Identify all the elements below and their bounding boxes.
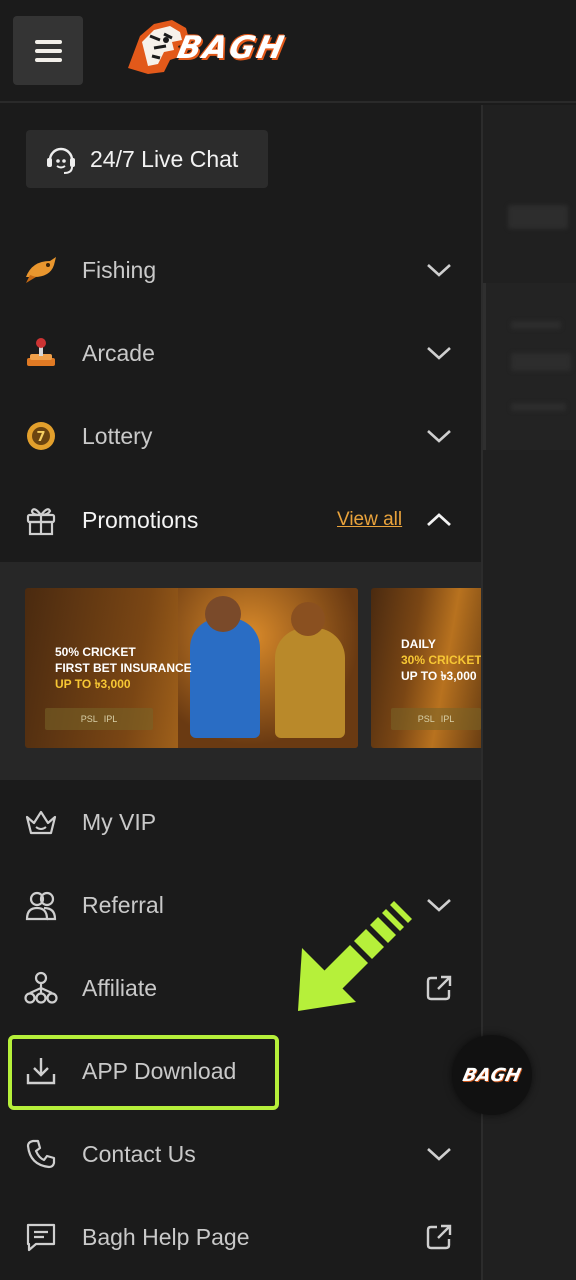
live-chat-label: 24/7 Live Chat <box>90 145 239 172</box>
chevron-down-icon[interactable] <box>426 260 452 280</box>
gift-icon <box>24 503 58 537</box>
menu-item-label: Contact Us <box>82 1140 196 1167</box>
player-figure <box>275 628 345 738</box>
banner-text: 50% CRICKET FIRST BET INSURANCE UP TO ৳3… <box>55 645 192 691</box>
hamburger-menu-button[interactable] <box>13 16 83 85</box>
league-logos: PSL IPL <box>391 708 481 730</box>
logo-text: BAGH <box>174 30 289 66</box>
live-chat-button[interactable]: 24/7 Live Chat <box>26 130 268 188</box>
lottery-icon: 7 <box>24 419 58 453</box>
phone-icon <box>24 1137 58 1171</box>
svg-text:7: 7 <box>36 430 45 445</box>
player-figure <box>190 618 260 738</box>
menu-line-icon <box>34 39 62 44</box>
player-head <box>291 602 325 636</box>
menu-line-icon <box>34 57 62 62</box>
blurred-text <box>511 353 571 371</box>
menu-item-label: Referral <box>82 891 164 918</box>
menu-item-label: Arcade <box>82 339 155 366</box>
menu-item-contact-us[interactable]: Contact Us <box>0 1113 481 1195</box>
promo-banner[interactable]: 50% CRICKET FIRST BET INSURANCE UP TO ৳3… <box>25 588 358 748</box>
menu-item-fishing[interactable]: Fishing <box>0 229 481 311</box>
menu-item-label: Promotions <box>82 506 199 533</box>
menu-item-label: Lottery <box>82 422 153 449</box>
top-header: BAGH <box>0 0 576 103</box>
chevron-down-icon[interactable] <box>426 1144 452 1164</box>
highlight-box-annotation <box>8 1035 279 1110</box>
floating-logo-button[interactable]: BAGH <box>452 1035 532 1115</box>
menu-item-arcade[interactable]: Arcade <box>0 312 481 394</box>
chevron-down-icon[interactable] <box>426 426 452 446</box>
menu-item-label: Affiliate <box>82 974 158 1001</box>
chevron-down-icon[interactable] <box>426 895 452 915</box>
view-all-link[interactable]: View all <box>337 509 402 531</box>
blurred-heading <box>508 205 568 229</box>
blurred-text <box>511 403 566 411</box>
users-icon <box>24 888 58 922</box>
bagh-logo[interactable]: BAGH <box>120 16 320 84</box>
menu-item-label: Bagh Help Page <box>82 1223 250 1250</box>
crown-icon <box>24 805 58 839</box>
banner-text: DAILY 30% CRICKET UP TO ৳3,000 <box>401 637 481 683</box>
blurred-text <box>511 321 561 329</box>
headset-icon <box>47 147 75 174</box>
player-head <box>205 596 241 632</box>
chevron-down-icon[interactable] <box>426 343 452 363</box>
menu-item-promotions[interactable]: Promotions View all <box>0 479 481 561</box>
side-drawer: 24/7 Live Chat Fishing Arcade 7 Lottery … <box>0 105 481 1280</box>
external-link-icon[interactable] <box>425 1223 453 1251</box>
promotions-carousel[interactable]: 50% CRICKET FIRST BET INSURANCE UP TO ৳3… <box>0 562 481 780</box>
chevron-up-icon[interactable] <box>426 510 452 530</box>
menu-item-lottery[interactable]: 7 Lottery <box>0 395 481 477</box>
fab-logo-text: BAGH <box>461 1064 523 1086</box>
menu-item-label: Fishing <box>82 256 157 283</box>
external-link-icon[interactable] <box>425 974 453 1002</box>
network-icon <box>24 971 58 1005</box>
fishing-icon <box>24 253 58 287</box>
background-card <box>483 283 576 450</box>
league-logos: PSL IPL <box>45 708 153 730</box>
menu-item-help-page[interactable]: Bagh Help Page <box>0 1196 481 1278</box>
menu-item-my-vip[interactable]: My VIP <box>0 781 481 863</box>
promo-banner[interactable]: DAILY 30% CRICKET UP TO ৳3,000 PSL IPL <box>371 588 481 748</box>
arcade-icon <box>24 336 58 370</box>
arrow-annotation-icon <box>298 901 412 1011</box>
menu-item-label: My VIP <box>82 808 157 835</box>
chat-icon <box>24 1220 58 1254</box>
menu-line-icon <box>34 48 62 53</box>
